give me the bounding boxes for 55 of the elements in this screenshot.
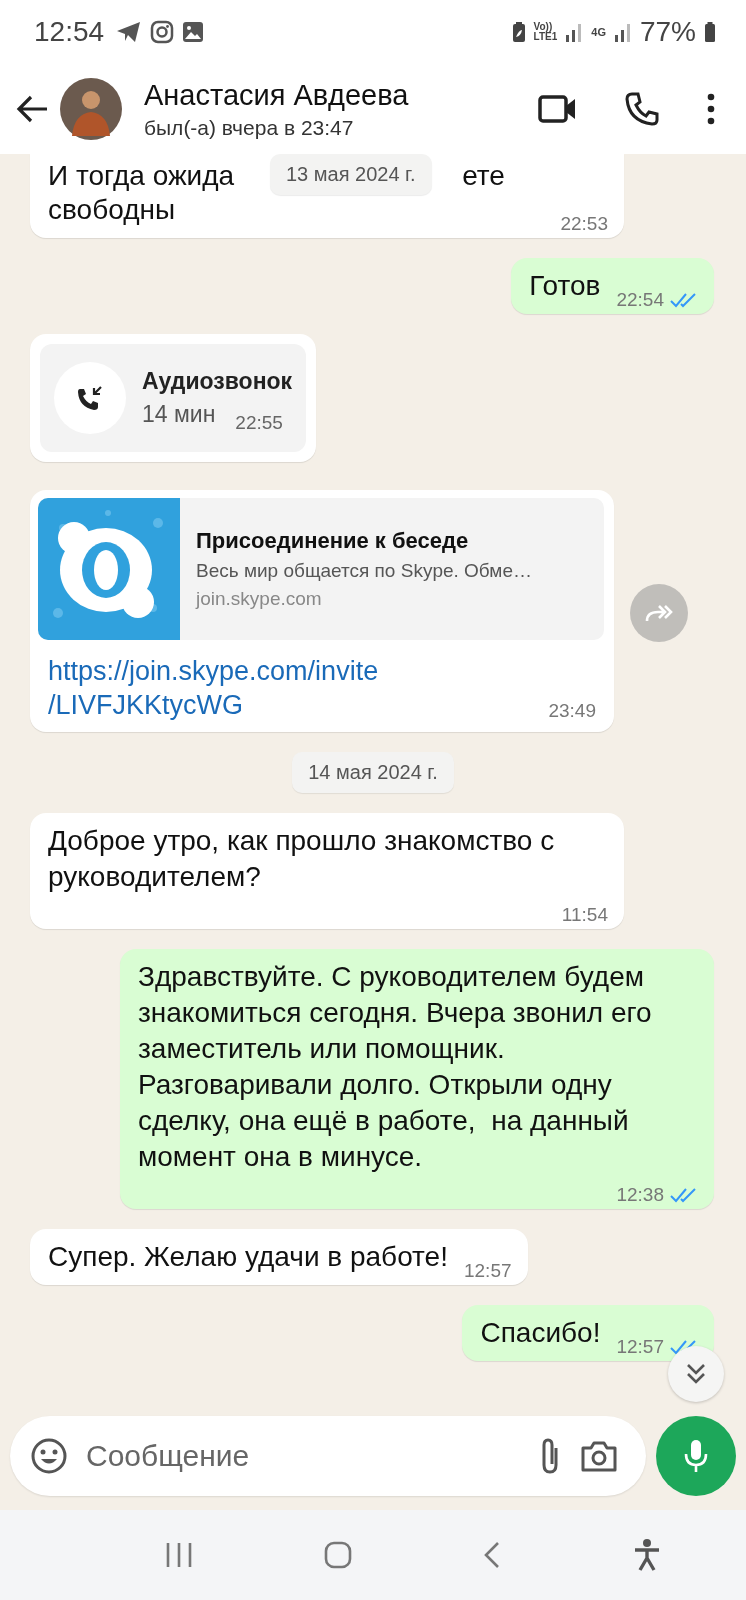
contact-name[interactable]: Анастасия Авдеева	[144, 78, 492, 112]
last-seen: был(-а) вчера в 23:47	[144, 115, 355, 140]
message-time: 12:57	[463, 1259, 512, 1283]
message-text: Готов	[529, 269, 601, 303]
forward-icon	[644, 602, 674, 624]
preview-description: Весь мир общается по Skype. Обме…	[196, 560, 532, 582]
message-time: 22:53	[560, 212, 608, 236]
message-time: 12:57	[616, 1335, 664, 1359]
status-time: 12:54	[34, 16, 105, 48]
message-field[interactable]: Сообщение	[10, 1416, 646, 1496]
signal-icon	[565, 21, 584, 43]
message-time: 12:38	[616, 1183, 664, 1207]
message-time: 22:54	[616, 288, 664, 312]
video-call-icon[interactable]	[538, 94, 578, 124]
url-link[interactable]: https://join.skype.com/invite	[48, 654, 549, 688]
volte-indicator: Vo)) LTE1	[533, 22, 558, 42]
double-chevron-down-icon	[685, 1362, 707, 1386]
message-text: ете	[462, 160, 505, 192]
message-text: Здравствуйте. С руководителем будем знакомиться сегодня. Вчера звонил его заместитель или помощник. Разговаривали долго. Открыли одну сделку, она ещё в работе, на данный момент она в минусе.	[138, 960, 653, 1174]
call-duration: 14 мин	[142, 401, 216, 428]
message-time: 22:55	[235, 412, 283, 434]
message-input[interactable]: Сообщение	[84, 1438, 520, 1474]
camera-icon[interactable]	[580, 1439, 618, 1473]
battery-icon	[704, 21, 716, 43]
emoji-icon[interactable]	[30, 1437, 68, 1475]
paper-plane-icon	[116, 21, 143, 43]
signal-icon	[613, 21, 632, 43]
message-text: Супер. Желаю удачи в работе!	[48, 1240, 448, 1274]
message-text: Спасибо!	[480, 1316, 601, 1350]
call-title: Аудиозвонок	[142, 368, 293, 395]
gallery-icon	[182, 21, 205, 43]
home-icon[interactable]	[322, 1540, 353, 1570]
back-arrow-icon[interactable]	[16, 94, 50, 124]
avatar[interactable]	[60, 78, 122, 140]
message-text: Доброе утро, как прошло знакомство с руководителем?	[48, 824, 556, 894]
scroll-down-button[interactable]	[668, 1346, 724, 1402]
message-time: 23:49	[548, 700, 596, 722]
battery-percent: 77%	[639, 16, 696, 48]
url-link[interactable]: /LIVFJKKtycWG	[48, 688, 549, 722]
date-chip: 14 мая 2024 г.	[292, 752, 454, 793]
message-text: свободны	[48, 193, 176, 227]
link-preview[interactable]: Присоединение к беседе Весь мир общается по Skype. Обме… join.skype.com	[38, 498, 604, 640]
call-card[interactable]: Аудиозвонок 14 мин 22:55	[40, 344, 307, 452]
incoming-call-icon	[75, 383, 105, 413]
more-options-icon[interactable]	[706, 93, 716, 125]
preview-domain: join.skype.com	[196, 588, 323, 610]
microphone-icon	[683, 1438, 709, 1474]
network-type: 4G	[591, 26, 606, 38]
preview-title: Присоединение к беседе	[196, 528, 470, 554]
phone-icon[interactable]	[624, 91, 660, 127]
message-text: И тогда ожида	[48, 160, 235, 192]
message-time: 11:54	[561, 903, 608, 927]
battery-saver-icon	[511, 21, 526, 43]
date-chip: 13 мая 2024 г.	[270, 154, 432, 195]
instagram-icon	[150, 20, 175, 44]
